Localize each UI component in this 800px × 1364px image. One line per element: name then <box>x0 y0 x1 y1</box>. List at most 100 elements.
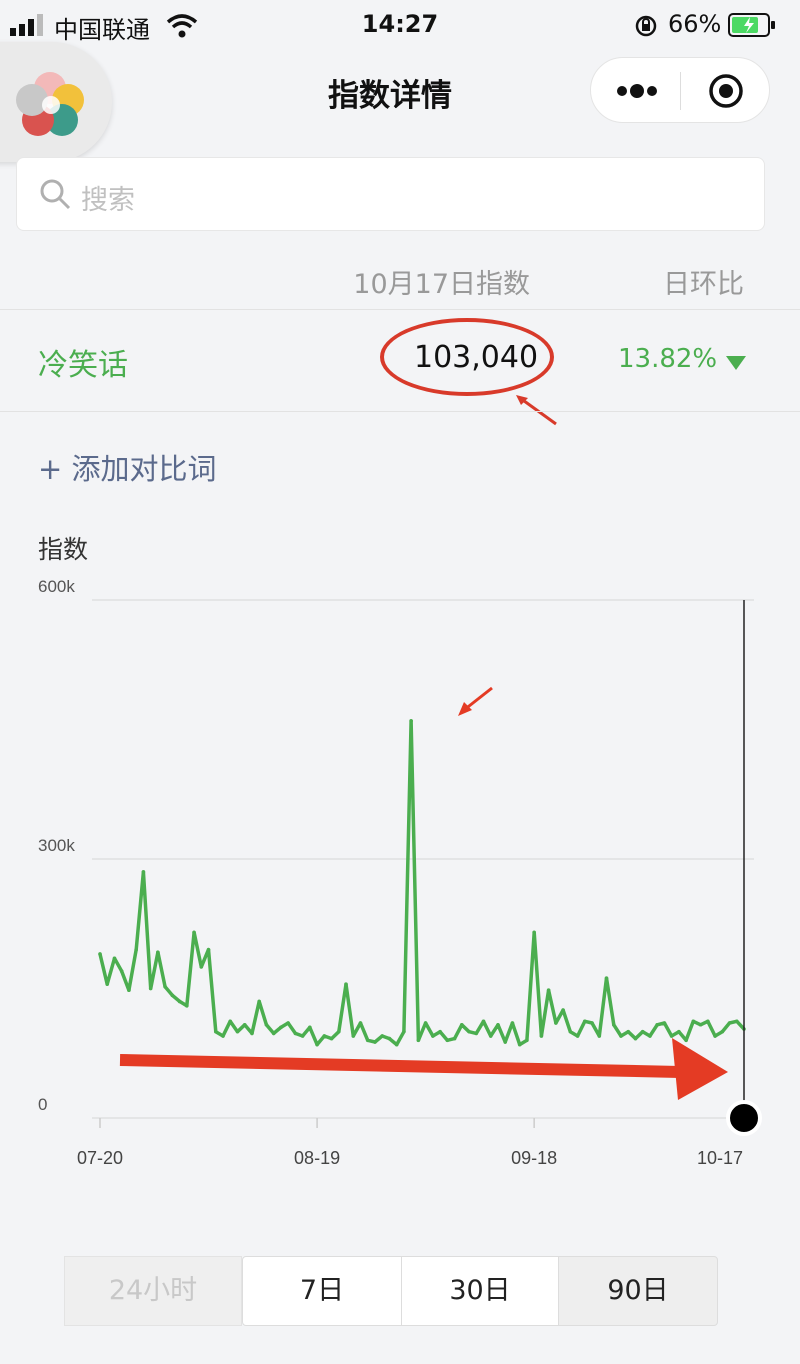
chart-y-label: 指数 <box>38 536 88 564</box>
chart-data-point <box>517 1042 522 1047</box>
chart-data-point <box>525 1038 529 1043</box>
app-logo-badge[interactable] <box>0 42 112 162</box>
chart-data-point <box>344 982 348 986</box>
chart-data-point <box>177 999 182 1004</box>
chart-data-point <box>554 1021 558 1025</box>
annotation-arrow-spike <box>458 686 493 716</box>
chart-data-point <box>365 1038 370 1043</box>
chart-series-line <box>98 719 746 1047</box>
chart-data-point <box>648 1034 652 1038</box>
search-input[interactable]: 搜索 <box>16 157 765 231</box>
chart-x-tick-label: 07-20 <box>77 1148 123 1168</box>
chart-data-point <box>474 1031 479 1036</box>
battery-percent: 66% <box>668 10 722 38</box>
chart-data-point <box>170 993 175 998</box>
chart-data-point <box>597 1034 602 1038</box>
chart-data-point <box>199 965 204 969</box>
chart-data-point <box>286 1021 290 1025</box>
chart-data-point <box>228 1019 233 1024</box>
range-30d-button[interactable]: 30日 <box>401 1256 559 1326</box>
chart-data-point <box>713 1034 717 1038</box>
chart-y-tick-label: 0 <box>38 1095 47 1114</box>
index-chart: 指数 600k 300k 0 07-20 08-19 09-18 10-17 <box>38 536 762 1168</box>
mini-program-capsule <box>590 57 770 123</box>
range-24h-button[interactable]: 24小时 <box>64 1256 242 1326</box>
change-value: 13.82% <box>618 344 718 374</box>
status-bar: 中国联通 14:27 66% <box>0 0 800 52</box>
chart-data-point <box>242 1022 247 1027</box>
chart-data-point <box>336 1029 341 1034</box>
chart-data-point <box>329 1036 334 1041</box>
chart-data-point <box>452 1036 457 1041</box>
nav-bar: 指数详情 <box>0 52 800 128</box>
chart-data-point <box>481 1019 486 1024</box>
chart-data-point <box>438 1029 442 1034</box>
chart-data-point <box>148 986 153 991</box>
chart-data-point <box>300 1034 305 1038</box>
chart-data-point <box>496 1022 500 1027</box>
chart-data-point <box>373 1040 377 1044</box>
chart-y-tick-label: 300k <box>38 836 75 855</box>
chart-data-point <box>105 982 110 986</box>
divider <box>0 411 800 412</box>
chart-data-point <box>213 1029 218 1034</box>
chart-data-point <box>409 719 413 723</box>
chart-data-point <box>250 1031 254 1036</box>
chart-data-point <box>669 1034 674 1038</box>
chart-data-point <box>112 956 117 961</box>
chart-data-point <box>532 930 536 935</box>
chart-data-point <box>561 1008 565 1012</box>
chart-data-point <box>192 930 196 935</box>
down-triangle-icon <box>726 356 746 370</box>
chart-data-point <box>510 1021 515 1025</box>
chart-data-point <box>720 1029 725 1034</box>
chart-data-point <box>423 1021 428 1025</box>
range-90d-button[interactable]: 90日 <box>558 1256 718 1326</box>
table-header: 10月17日指数 日环比 <box>0 262 800 308</box>
chart-data-point <box>706 1019 710 1024</box>
chart-data-point <box>734 1019 739 1024</box>
search-placeholder: 搜索 <box>81 185 135 216</box>
chart-data-point <box>380 1034 385 1038</box>
chart-data-point <box>691 1019 696 1024</box>
chart-data-point <box>503 1040 508 1044</box>
add-compare-button[interactable]: + 添加对比词 <box>38 446 217 488</box>
chart-data-point <box>611 1022 616 1027</box>
chart-data-point <box>604 976 609 980</box>
chart-data-point <box>394 1042 399 1047</box>
capsule-divider <box>680 72 681 110</box>
chart-data-point <box>445 1038 450 1043</box>
close-target-icon[interactable] <box>707 72 745 110</box>
chart-data-point <box>127 988 131 993</box>
chart-data-point <box>141 870 146 874</box>
chart-data-point <box>539 1034 544 1038</box>
chart-data-point <box>640 1029 645 1034</box>
chart-data-point <box>293 1031 298 1036</box>
chart-highlight-point[interactable] <box>726 1100 762 1136</box>
chart-data-point <box>655 1022 659 1027</box>
annotation-circle <box>380 318 554 396</box>
range-7d-button[interactable]: 7日 <box>242 1256 402 1326</box>
chart-data-point <box>206 947 211 952</box>
chart-data-point <box>308 1025 312 1030</box>
chart-data-point <box>387 1036 392 1041</box>
trend-arrow <box>119 1038 728 1100</box>
chart-data-point <box>684 1038 688 1043</box>
chart-data-point <box>431 1034 435 1038</box>
chart-data-point <box>185 1003 189 1008</box>
chart-data-point <box>221 1034 225 1038</box>
chart-data-point <box>279 1025 283 1030</box>
column-header-change: 日环比 <box>663 269 744 300</box>
chart-data-point <box>633 1036 638 1041</box>
chart-data-point <box>590 1021 594 1025</box>
chart-data-point <box>467 1029 471 1034</box>
more-icon[interactable] <box>615 82 659 100</box>
chart-data-point <box>416 1038 421 1043</box>
chart-data-point <box>351 1034 356 1038</box>
app-logo-icon <box>16 72 84 136</box>
chart-data-point <box>568 1029 573 1034</box>
chart-data-point <box>322 1034 327 1038</box>
battery-icon <box>728 13 775 37</box>
chart-data-point <box>626 1029 631 1034</box>
chart-data-point <box>698 1022 703 1027</box>
